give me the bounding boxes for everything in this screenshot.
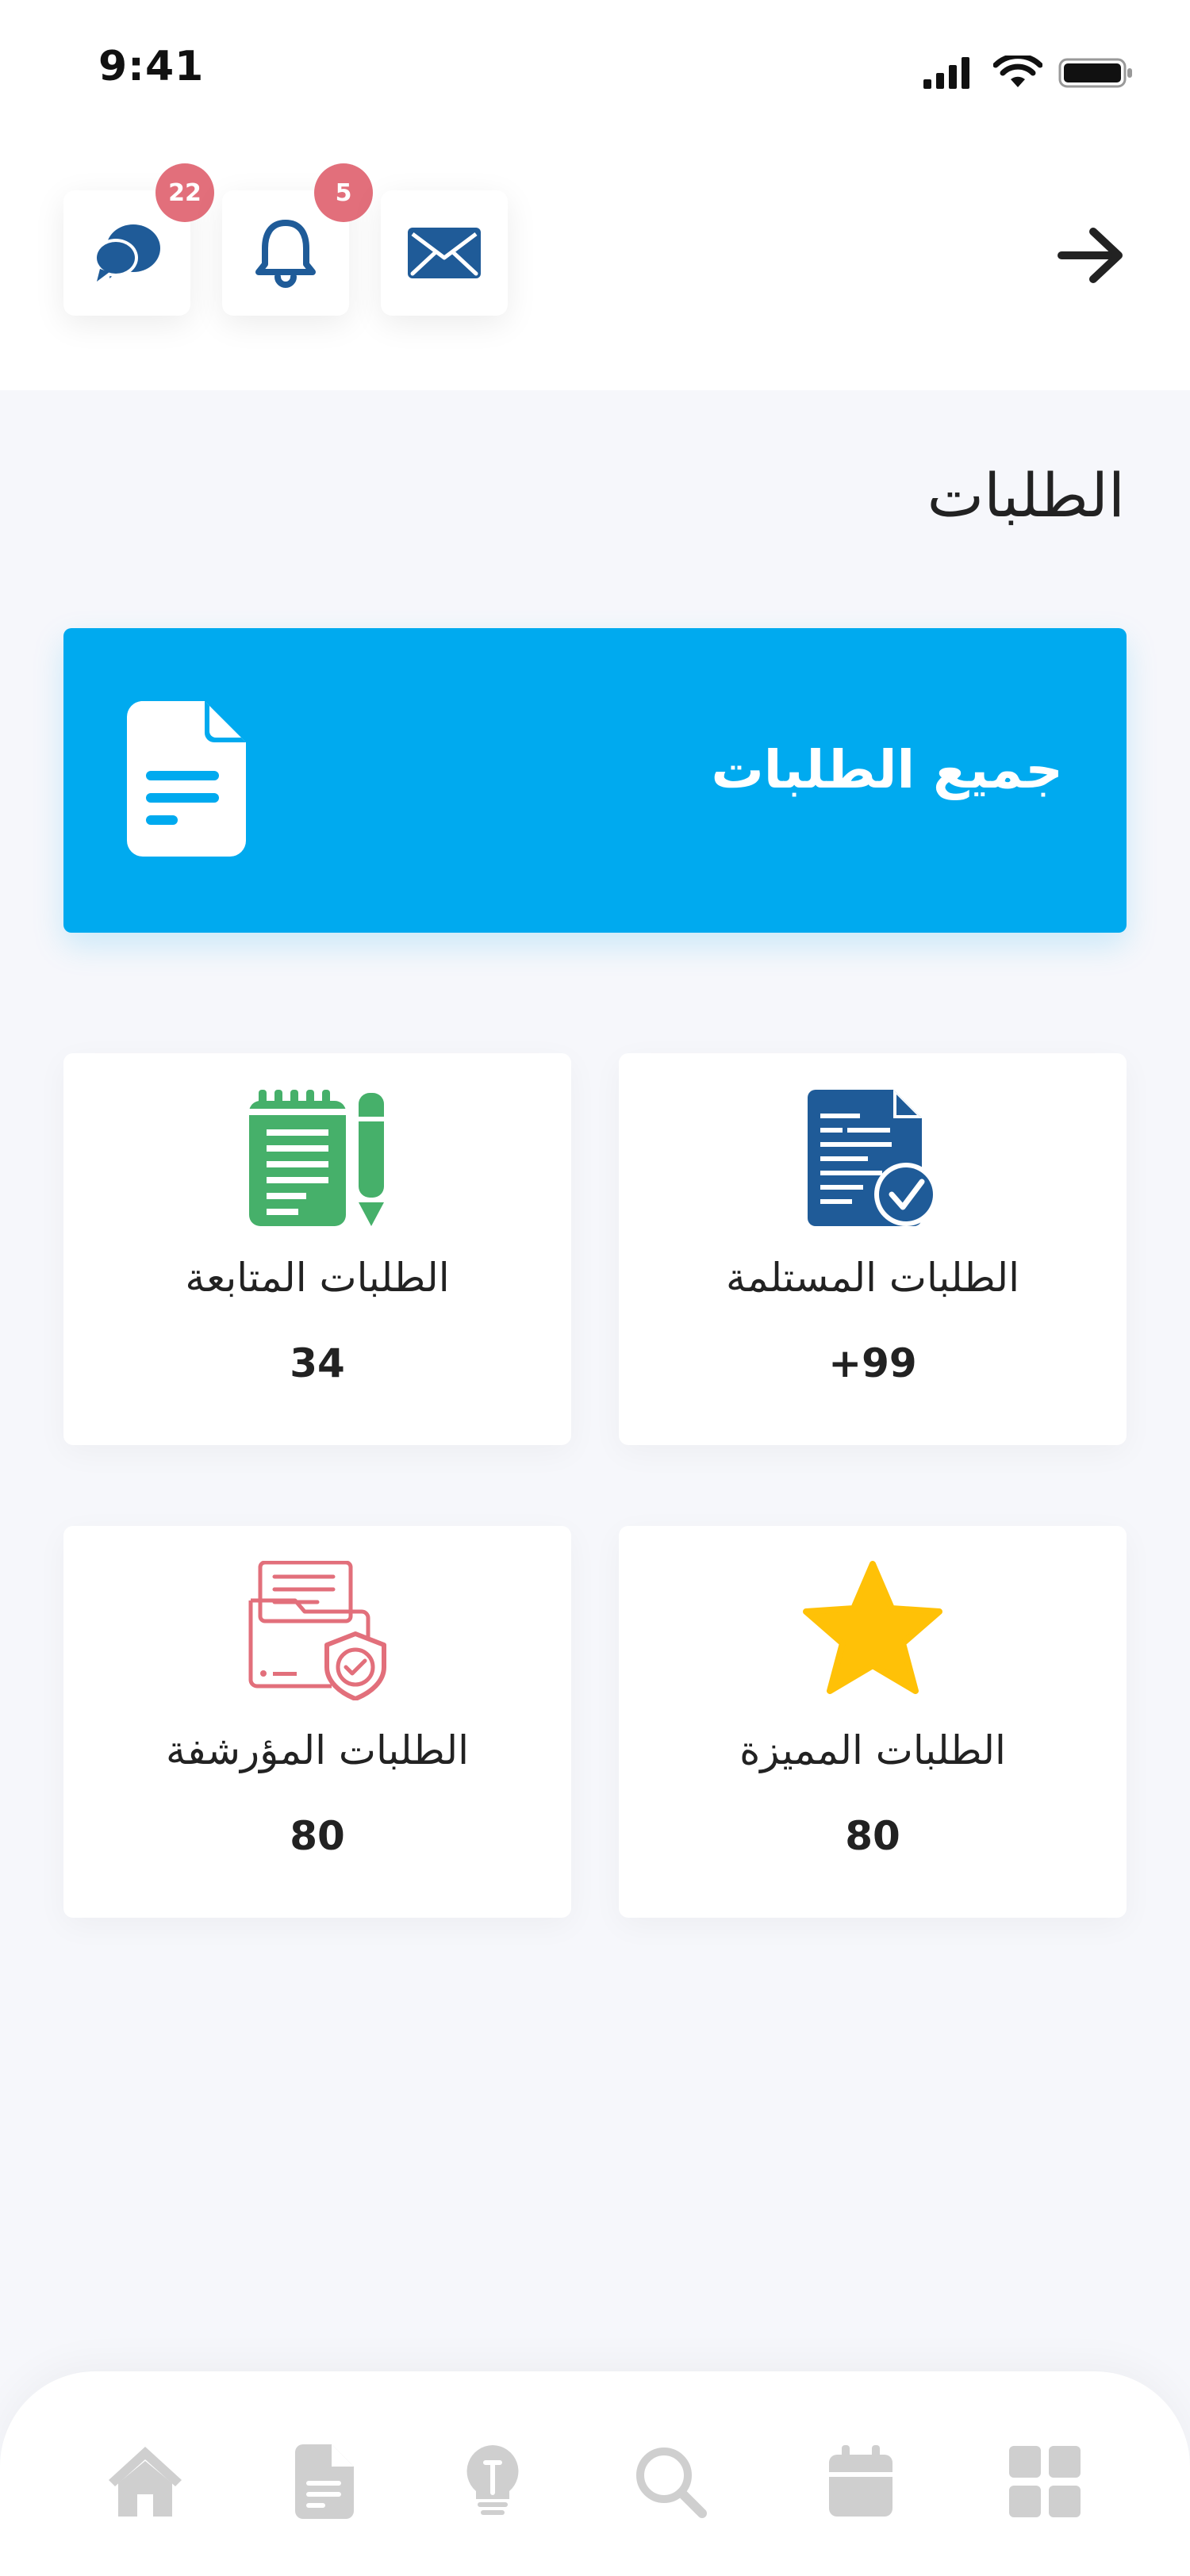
top-header: 9:41 22 5 xyxy=(0,0,1190,390)
mail-button[interactable] xyxy=(381,190,508,316)
chat-button[interactable]: 22 xyxy=(63,163,214,316)
nav-search[interactable] xyxy=(627,2438,714,2525)
document-icon xyxy=(295,2444,354,2519)
arrow-right-icon xyxy=(1058,228,1123,283)
home-icon xyxy=(109,2447,182,2517)
all-requests-label: جميع الطلبات xyxy=(711,739,1063,800)
page-title: الطلبات xyxy=(927,460,1125,531)
envelope-icon xyxy=(408,228,481,278)
received-requests-count: +99 xyxy=(828,1340,917,1386)
wifi-icon xyxy=(992,53,1043,94)
bell-icon xyxy=(255,220,316,288)
received-document-check-icon xyxy=(797,1087,948,1229)
archive-folder-shield-icon xyxy=(242,1559,393,1702)
chat-badge: 22 xyxy=(155,163,214,222)
signal-icon xyxy=(922,56,977,94)
document-icon xyxy=(126,701,246,857)
nav-ideas[interactable] xyxy=(449,2438,536,2525)
bottom-nav xyxy=(0,2371,1190,2576)
calendar-icon xyxy=(829,2445,892,2517)
followed-requests-card[interactable]: الطلبات المتابعة 34 xyxy=(63,1053,571,1445)
starred-requests-card[interactable]: الطلبات المميزة 80 xyxy=(619,1526,1127,1918)
nav-home[interactable] xyxy=(102,2438,189,2525)
starred-requests-count: 80 xyxy=(845,1813,900,1859)
status-icons xyxy=(922,53,1134,94)
requests-screen: 9:41 22 5 الطلبات جميع الطلبات الطلبات ا… xyxy=(0,0,1190,2576)
received-requests-card[interactable]: الطلبات المستلمة +99 xyxy=(619,1053,1127,1445)
star-icon xyxy=(797,1559,948,1702)
battery-icon xyxy=(1058,56,1134,94)
nav-calendar[interactable] xyxy=(817,2438,904,2525)
all-requests-card[interactable]: جميع الطلبات xyxy=(63,628,1127,933)
status-time: 9:41 xyxy=(98,43,205,90)
grid-icon xyxy=(1009,2446,1081,2517)
nav-documents[interactable] xyxy=(281,2438,368,2525)
followed-requests-count: 34 xyxy=(290,1340,345,1386)
archived-requests-label: الطلبات المؤرشفة xyxy=(166,1727,469,1773)
notepad-pencil-icon xyxy=(242,1087,393,1229)
chat-bubbles-icon xyxy=(94,224,160,282)
followed-requests-label: الطلبات المتابعة xyxy=(185,1255,450,1301)
back-button[interactable] xyxy=(1052,224,1131,287)
received-requests-label: الطلبات المستلمة xyxy=(726,1255,1019,1301)
notifications-button[interactable]: 5 xyxy=(222,163,373,316)
lightbulb-icon xyxy=(466,2445,519,2515)
search-icon xyxy=(636,2448,707,2518)
archived-requests-count: 80 xyxy=(290,1813,345,1859)
starred-requests-label: الطلبات المميزة xyxy=(739,1727,1006,1773)
notifications-badge: 5 xyxy=(314,163,373,222)
nav-apps[interactable] xyxy=(1001,2438,1088,2525)
archived-requests-card[interactable]: الطلبات المؤرشفة 80 xyxy=(63,1526,571,1918)
